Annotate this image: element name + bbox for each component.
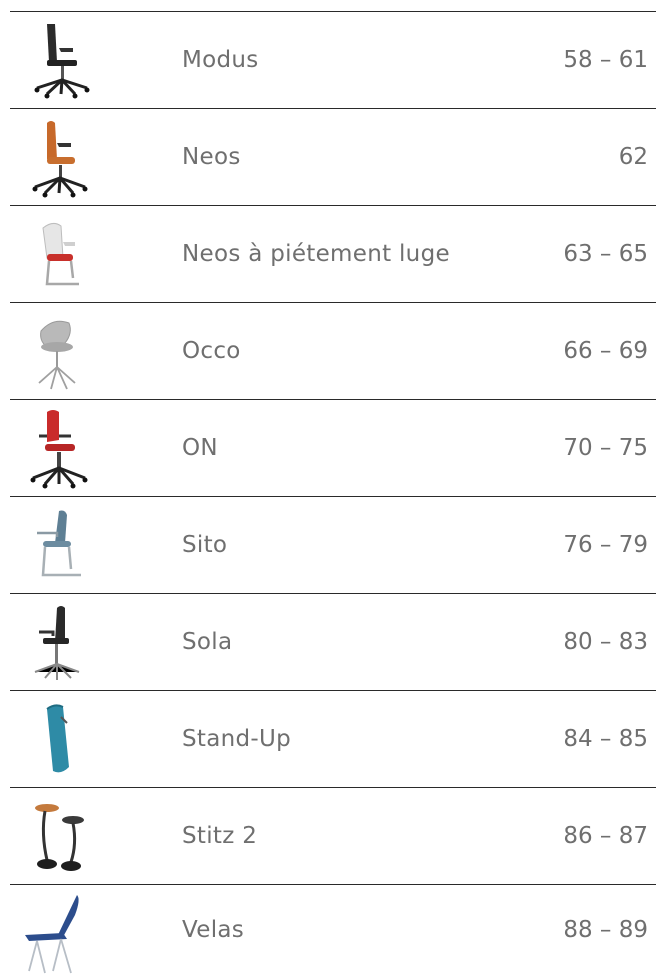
list-item: Neos à piétement luge 63 – 65 <box>10 205 656 302</box>
page-range: 88 – 89 <box>563 917 648 943</box>
blue-lounge-chair-icon <box>16 891 98 975</box>
list-item: Stand-Up 84 – 85 <box>10 690 656 787</box>
product-name[interactable]: Neos à piétement luge <box>182 241 450 267</box>
product-name[interactable]: Occo <box>182 338 241 364</box>
list-item: Neos 62 <box>10 108 656 205</box>
product-name[interactable]: Velas <box>182 917 244 943</box>
page-range: 76 – 79 <box>563 532 648 558</box>
product-name[interactable]: Neos <box>182 144 241 170</box>
list-item: Stitz 2 86 – 87 <box>10 787 656 884</box>
page-range: 58 – 61 <box>563 47 648 73</box>
page-range: 70 – 75 <box>563 435 648 461</box>
grey-shell-chair-icon <box>16 309 98 393</box>
list-item: ON 70 – 75 <box>10 399 656 496</box>
product-name[interactable]: Stitz 2 <box>182 823 257 849</box>
product-name[interactable]: Sola <box>182 629 232 655</box>
black-conference-chair-icon <box>16 600 98 684</box>
blue-cantilever-chair-icon <box>16 503 98 587</box>
page-range: 84 – 85 <box>563 726 648 752</box>
office-swivel-chair-icon <box>16 18 98 102</box>
red-task-chair-icon <box>16 406 98 490</box>
page-range: 86 – 87 <box>563 823 648 849</box>
product-name[interactable]: Modus <box>182 47 259 73</box>
cantilever-chair-red-seat-icon <box>16 212 98 296</box>
list-item: Sito 76 – 79 <box>10 496 656 593</box>
product-name[interactable]: ON <box>182 435 218 461</box>
list-item: Velas 88 – 89 <box>10 884 656 975</box>
list-item: Sola 80 – 83 <box>10 593 656 690</box>
stools-icon <box>16 794 98 878</box>
list-item: Modus 58 – 61 <box>10 11 656 108</box>
teal-standing-seat-icon <box>16 697 98 781</box>
list-item: Occo 66 – 69 <box>10 302 656 399</box>
product-name[interactable]: Sito <box>182 532 227 558</box>
product-name[interactable]: Stand-Up <box>182 726 291 752</box>
page-range: 66 – 69 <box>563 338 648 364</box>
page-range: 62 <box>618 144 648 170</box>
page-range: 80 – 83 <box>563 629 648 655</box>
product-index-list: Modus 58 – 61 Neos 62 Neos à piétement l… <box>10 11 656 975</box>
orange-swivel-chair-icon <box>16 115 98 199</box>
page-range: 63 – 65 <box>563 241 648 267</box>
